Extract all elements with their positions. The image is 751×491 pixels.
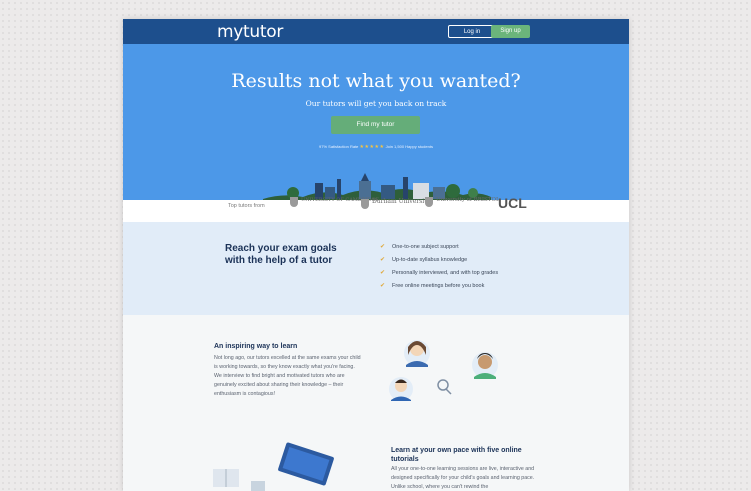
goals-title: Reach your exam goals with the help of a… [225,243,337,266]
goals-list: ✔ One-to-one subject support ✔ Up-to-date … [380,242,498,294]
login-button[interactable]: Log in [448,25,496,38]
goal-item: ✔ Up-to-date syllabus knowledge [380,257,468,263]
find-my-tutor-button[interactable]: Find my tutor [331,116,420,134]
check-icon: ✔ [380,283,386,289]
goal-item: ✔ Personally interviewed, and with top gr… [380,270,499,276]
ucl-logo: UCL [498,195,527,211]
check-icon: ✔ [380,257,386,263]
learn-text: All your one-to-one learning sessions ar… [391,466,535,490]
goals-section [123,222,629,315]
hero-title: Results not what you wanted? [231,70,521,92]
bristol-crest-icon [425,197,433,207]
goal-item: ✔ One-to-one subject support [380,244,459,250]
inspire-title: An inspiring way to learn [214,343,298,350]
mytutor-logo[interactable]: mytutor [217,22,283,42]
rating-strip: 97% Satisfaction Rate ★★★★★ Join 1,500 H… [123,144,629,150]
page-container: mytutor Log in Sign up Results not what … [123,19,629,491]
star-rating-icons: ★★★★★ [359,144,385,150]
top-navbar: mytutor Log in Sign up [123,19,629,44]
cambridge-crest-icon [290,197,298,207]
tutors-illustration [389,340,498,401]
learn-title: Learn at your own pace with five online … [391,447,522,463]
hero-section: Results not what you wanted? Our tutors … [123,44,629,207]
rating-suffix: Join 1,500 Happy students [385,144,433,149]
bristol-logo: University of BRISTOL [425,197,500,207]
rating-prefix: 97% Satisfaction Rate [319,144,359,149]
goal-item: ✔ Free online meetings before you book [380,283,485,289]
top-tutors-from-label: Top tutors from [228,203,265,209]
learning-desk-illustration [213,442,334,491]
durham-logo: Durham University [361,199,430,209]
check-icon: ✔ [380,244,386,250]
check-icon: ✔ [380,270,386,276]
signup-button[interactable]: Sign up [491,25,530,38]
durham-crest-icon [361,199,369,209]
hero-subtitle: Our tutors will get you back on track [305,99,447,108]
inspire-text: Not long ago, our tutors excelled at the… [214,355,361,397]
